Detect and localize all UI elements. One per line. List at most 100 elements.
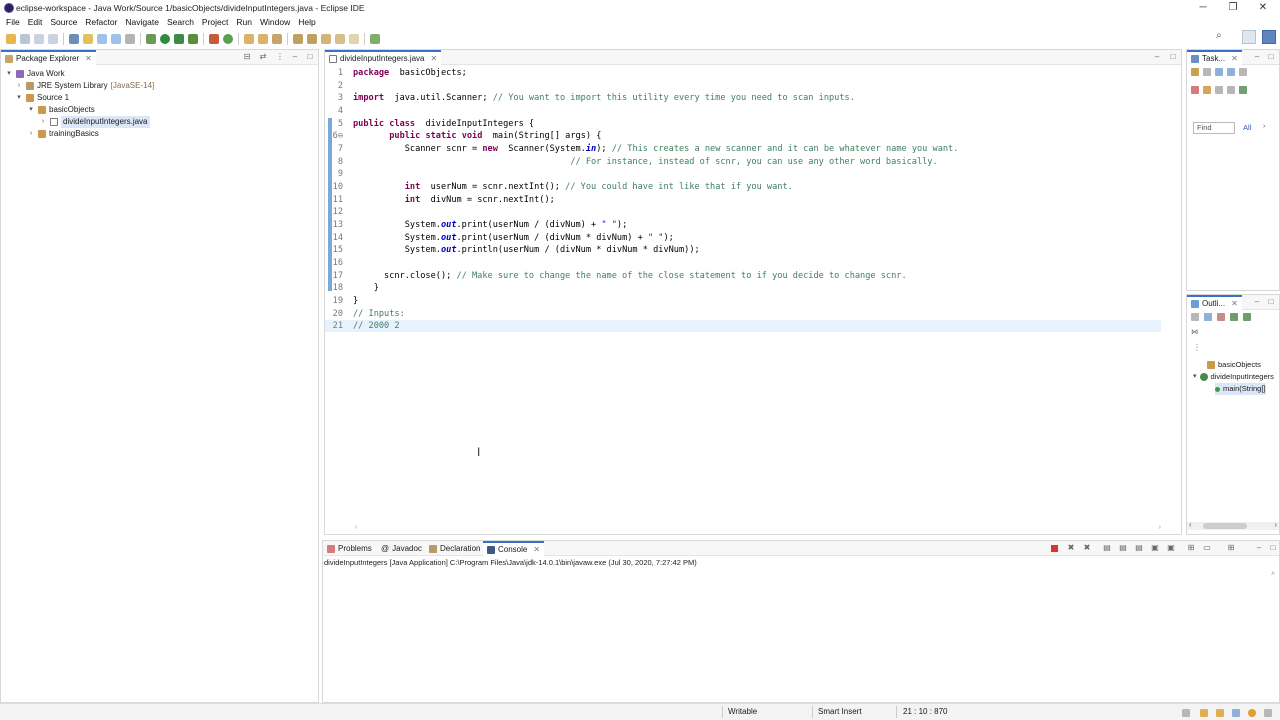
task-icon[interactable]: [1216, 709, 1224, 717]
menu-run[interactable]: Run: [232, 16, 256, 29]
new-class-icon[interactable]: [223, 34, 233, 44]
hide-fields-icon[interactable]: [1217, 313, 1225, 321]
open-task-icon[interactable]: [258, 34, 268, 44]
delete-icon[interactable]: [1191, 86, 1199, 94]
scroll-left-icon[interactable]: ‹: [1189, 520, 1192, 529]
remove-launch-icon[interactable]: ✖: [1067, 544, 1075, 552]
open-type-icon[interactable]: [244, 34, 254, 44]
minimize-view-icon[interactable]: –: [1255, 544, 1263, 552]
expand-all-icon[interactable]: [1227, 86, 1235, 94]
expand-icon[interactable]: ▾: [1193, 371, 1197, 383]
find-input[interactable]: Find: [1193, 122, 1235, 134]
remove-all-launches-icon[interactable]: ✖: [1083, 544, 1091, 552]
close-icon[interactable]: ✕: [1231, 53, 1238, 65]
expand-icon[interactable]: ›: [15, 80, 23, 92]
chevron-right-icon[interactable]: ›: [1263, 123, 1265, 130]
tab-package-explorer[interactable]: Package Explorer ✕: [1, 50, 96, 65]
horizontal-scrollbar[interactable]: ‹ ›: [1187, 520, 1279, 530]
scroll-right-icon[interactable]: ›: [1159, 524, 1161, 531]
notification-icon[interactable]: [1200, 709, 1208, 717]
search-toolbar-icon[interactable]: [272, 34, 282, 44]
expand-icon[interactable]: ▾: [5, 68, 13, 80]
external-tools-icon[interactable]: [188, 34, 198, 44]
minimize-view-icon[interactable]: –: [1253, 53, 1261, 61]
show-on-stderr-icon[interactable]: ▣: [1167, 544, 1175, 552]
scroll-lock-icon[interactable]: ▤: [1119, 544, 1127, 552]
next-annotation-icon[interactable]: [293, 34, 303, 44]
horizontal-scrollbar[interactable]: ‹ ›: [355, 524, 1161, 532]
outline-item-main[interactable]: main(String[]: [1215, 383, 1266, 395]
collapse-icon[interactable]: [1215, 86, 1223, 94]
pin-editor-icon[interactable]: [370, 34, 380, 44]
terminate-icon[interactable]: [1051, 545, 1058, 552]
close-icon[interactable]: ✕: [431, 53, 438, 65]
menu-edit[interactable]: Edit: [24, 16, 47, 29]
open-console-icon[interactable]: ⊞: [1227, 544, 1235, 552]
restore-button[interactable]: ❐: [1218, 0, 1248, 16]
maximize-view-icon[interactable]: □: [306, 53, 314, 61]
run-icon[interactable]: [160, 34, 170, 44]
minimize-button[interactable]: ─: [1188, 0, 1218, 16]
insert-mode-status[interactable]: Smart Insert: [818, 707, 862, 716]
updates-icon[interactable]: [1248, 709, 1256, 717]
menu-file[interactable]: File: [2, 16, 24, 29]
maximize-view-icon[interactable]: □: [1267, 298, 1275, 306]
view-menu-icon[interactable]: ⋮: [1193, 343, 1201, 352]
previous-annotation-icon[interactable]: [307, 34, 317, 44]
tree-item-source-1[interactable]: ▾ Source 1: [15, 92, 69, 104]
vertical-scrollbar[interactable]: ˄: [1271, 571, 1277, 691]
tab-console[interactable]: Console ✕: [483, 541, 545, 556]
link-with-editor-icon[interactable]: ⇄: [259, 53, 267, 61]
minimize-view-icon[interactable]: –: [291, 53, 299, 61]
expand-icon[interactable]: ›: [39, 116, 47, 128]
toggle-mark-icon[interactable]: [83, 34, 93, 44]
clear-console-icon[interactable]: ▤: [1103, 544, 1111, 552]
collapse-all-icon[interactable]: ⊟: [243, 53, 251, 61]
menu-navigate[interactable]: Navigate: [121, 16, 163, 29]
all-link[interactable]: All: [1243, 123, 1251, 132]
highlight-icon[interactable]: [97, 34, 107, 44]
close-icon[interactable]: ✕: [85, 53, 92, 65]
maximize-view-icon[interactable]: □: [1269, 544, 1277, 552]
outline-item-package[interactable]: basicObjects: [1207, 359, 1261, 371]
terminal-icon[interactable]: [69, 34, 79, 44]
tree-item-divideinputintegers[interactable]: › divideInputIntegers.java: [39, 116, 150, 128]
filter-icon[interactable]: [1227, 68, 1235, 76]
block-select-icon[interactable]: [111, 34, 121, 44]
heap-status-icon[interactable]: [1182, 709, 1190, 717]
scroll-thumb[interactable]: [1203, 523, 1247, 529]
tab-outline[interactable]: Outli... ✕: [1187, 295, 1242, 310]
last-edit-icon[interactable]: [321, 34, 331, 44]
new-icon[interactable]: [6, 34, 16, 44]
new-task-icon[interactable]: [1191, 68, 1199, 76]
tree-item-trainingbasics[interactable]: › trainingBasics: [27, 128, 99, 140]
pin-console-icon[interactable]: ⊞: [1187, 544, 1195, 552]
close-icon[interactable]: ✕: [1231, 298, 1238, 310]
show-whitespace-icon[interactable]: [125, 34, 135, 44]
minimize-view-icon[interactable]: –: [1253, 298, 1261, 306]
sort-icon[interactable]: [1204, 313, 1212, 321]
open-perspective-icon[interactable]: [1242, 30, 1256, 44]
view-menu-icon[interactable]: [1239, 68, 1247, 76]
tree-item-jre-system-library[interactable]: › JRE System Library [JavaSE-14]: [15, 80, 154, 92]
back-icon[interactable]: [335, 34, 345, 44]
hide-static-icon[interactable]: [1230, 313, 1238, 321]
tab-problems[interactable]: Problems: [323, 541, 376, 556]
new-java-project-icon[interactable]: [209, 34, 219, 44]
feedback-icon[interactable]: [1264, 709, 1272, 717]
expand-icon[interactable]: ▾: [27, 104, 35, 116]
hide-non-public-icon[interactable]: [1243, 313, 1251, 321]
tab-declaration[interactable]: Declaration: [425, 541, 484, 556]
minimize-view-icon[interactable]: –: [1153, 53, 1161, 61]
tab-divideinputintegers[interactable]: divideInputIntegers.java ✕: [325, 50, 442, 65]
word-wrap-icon[interactable]: ▤: [1135, 544, 1143, 552]
forward-icon[interactable]: [349, 34, 359, 44]
category-icon[interactable]: [1203, 68, 1211, 76]
outline-item-class[interactable]: ▾ divideInputIntegers: [1193, 371, 1274, 383]
close-icon[interactable]: ✕: [533, 544, 540, 556]
menu-help[interactable]: Help: [294, 16, 319, 29]
activate-icon[interactable]: [1239, 86, 1247, 94]
hide-local-types-icon[interactable]: ⋈: [1191, 328, 1198, 336]
save-all-icon[interactable]: [34, 34, 44, 44]
expand-icon[interactable]: ▾: [15, 92, 23, 104]
